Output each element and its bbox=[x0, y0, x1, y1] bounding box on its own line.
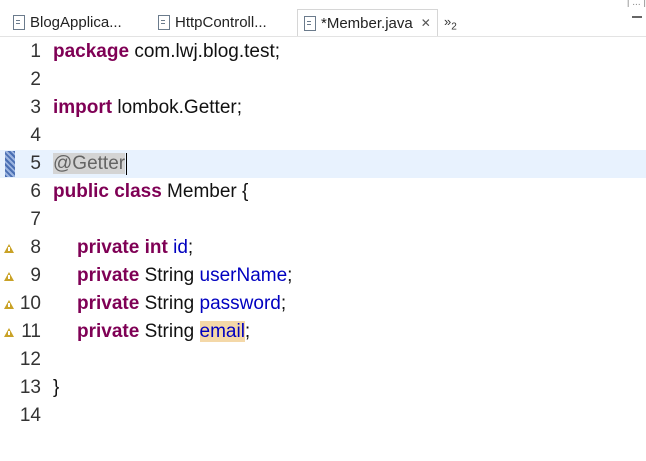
keyword: package bbox=[53, 41, 130, 62]
line-number: 14 bbox=[19, 405, 41, 426]
change-marker-icon bbox=[5, 151, 15, 177]
keyword: private int bbox=[77, 237, 168, 258]
text-caret bbox=[126, 152, 128, 175]
code-text: package com.lwj.blog.test; bbox=[53, 38, 280, 66]
code-line-14: 14 bbox=[0, 402, 646, 430]
keyword: import bbox=[53, 97, 113, 118]
code-text: public class Member { bbox=[53, 178, 248, 206]
keyword: public class bbox=[53, 181, 162, 202]
tab-label: BlogApplica... bbox=[30, 13, 122, 31]
line-number: 6 bbox=[30, 181, 41, 202]
tab-http-controller[interactable]: HttpControll... bbox=[157, 9, 267, 35]
code-text: import lombok.Getter; bbox=[53, 94, 242, 122]
code-line-7: 7 bbox=[0, 206, 646, 234]
code-plain: ; bbox=[287, 265, 293, 286]
warning-icon[interactable] bbox=[4, 272, 14, 281]
java-file-icon bbox=[12, 15, 25, 30]
annotation: @Getter bbox=[53, 153, 126, 174]
code-plain: Member { bbox=[161, 181, 249, 202]
code-line-6: 6 public class Member { bbox=[0, 178, 646, 206]
code-type: String bbox=[139, 321, 200, 342]
code-line-10: 10 private String password; bbox=[0, 290, 646, 318]
code-text: } bbox=[53, 377, 60, 398]
code-line-3: 3 import lombok.Getter; bbox=[0, 94, 646, 122]
line-number: 11 bbox=[21, 321, 41, 342]
code-line-8: 8 private int id; bbox=[0, 234, 646, 262]
keyword: private bbox=[77, 293, 140, 314]
line-number: 5 bbox=[30, 153, 41, 174]
line-number: 2 bbox=[30, 69, 41, 90]
code-line-2: 2 bbox=[0, 66, 646, 94]
code-plain: ; bbox=[244, 321, 251, 342]
line-number: 3 bbox=[30, 97, 41, 118]
line-number: 13 bbox=[19, 377, 41, 398]
code-plain: ; bbox=[280, 293, 287, 314]
field-name-highlighted: email bbox=[199, 321, 245, 342]
toolbar-fragment: | ... | bbox=[626, 0, 646, 8]
field-name: userName bbox=[199, 265, 288, 286]
java-file-icon bbox=[303, 16, 316, 31]
tab-label: HttpControll... bbox=[175, 13, 267, 31]
code-line-11: 11 private String email; bbox=[0, 318, 646, 346]
code-text: private String email; bbox=[77, 318, 250, 346]
tab-member-java[interactable]: *Member.java ✕ bbox=[297, 9, 438, 36]
overflow-count: 2 bbox=[451, 21, 457, 33]
code-type: String bbox=[139, 265, 200, 286]
code-plain: lombok.Getter; bbox=[112, 97, 242, 118]
line-number: 10 bbox=[19, 293, 41, 314]
keyword: private bbox=[77, 321, 140, 342]
field-name: id bbox=[173, 237, 188, 258]
code-line-4: 4 bbox=[0, 122, 646, 150]
code-editor[interactable]: 1 package com.lwj.blog.test; 2 3 import … bbox=[0, 37, 646, 461]
warning-icon[interactable] bbox=[4, 244, 14, 253]
field-name: password bbox=[199, 293, 281, 314]
line-number: 8 bbox=[30, 237, 41, 258]
line-number: 4 bbox=[30, 125, 41, 146]
tab-overflow-button[interactable]: »2 bbox=[444, 14, 457, 33]
code-line-5-current: 5 @Getter bbox=[0, 150, 646, 178]
tab-label: *Member.java bbox=[321, 14, 413, 32]
code-line-12: 12 bbox=[0, 346, 646, 374]
tab-blog-application[interactable]: BlogApplica... bbox=[12, 9, 122, 35]
line-number: 7 bbox=[30, 209, 41, 230]
code-line-9: 9 private String userName; bbox=[0, 262, 646, 290]
code-plain: ; bbox=[187, 237, 194, 258]
editor-tab-bar: BlogApplica... HttpControll... *Member.j… bbox=[0, 0, 646, 37]
line-number: 12 bbox=[19, 349, 41, 370]
minimize-icon[interactable] bbox=[632, 16, 642, 18]
line-number: 9 bbox=[30, 265, 41, 286]
code-type: String bbox=[139, 293, 200, 314]
java-file-icon bbox=[157, 15, 170, 30]
code-text: @Getter bbox=[53, 150, 128, 178]
close-icon[interactable]: ✕ bbox=[421, 16, 431, 30]
line-number: 1 bbox=[30, 41, 41, 62]
keyword: private bbox=[77, 265, 140, 286]
code-plain: com.lwj.blog.test; bbox=[129, 41, 281, 62]
code-text: private String password; bbox=[77, 290, 286, 318]
code-line-13: 13 } bbox=[0, 374, 646, 402]
code-text: private int id; bbox=[77, 234, 193, 262]
code-text: private String userName; bbox=[77, 262, 292, 290]
code-line-1: 1 package com.lwj.blog.test; bbox=[0, 38, 646, 66]
